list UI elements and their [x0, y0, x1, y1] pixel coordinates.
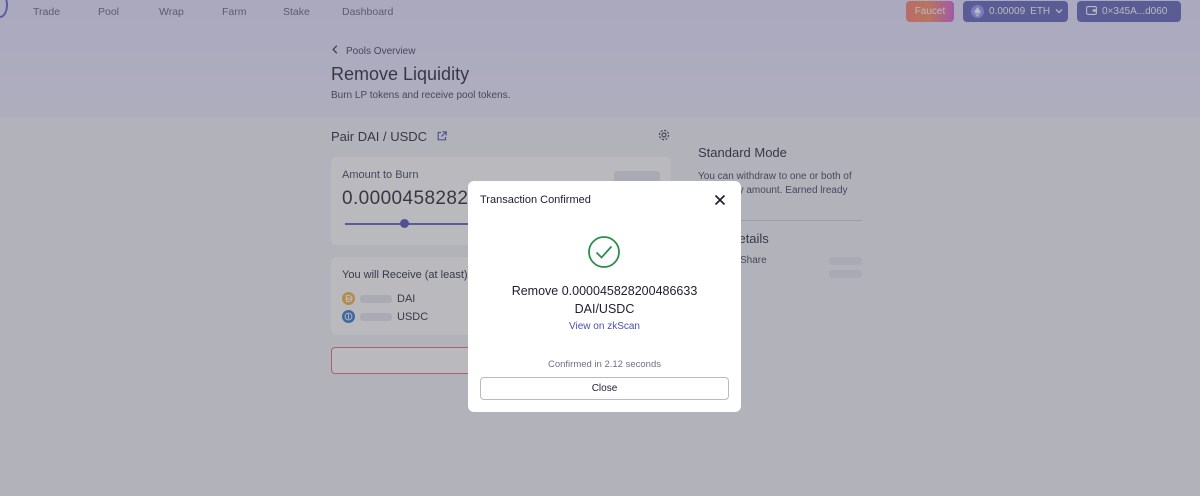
view-on-zkscan-link[interactable]: View on zkScan — [468, 321, 741, 332]
confirmation-pair: DAI/USDC — [574, 302, 635, 316]
transaction-confirmed-dialog: Transaction Confirmed Remove 0.000045828… — [468, 181, 741, 412]
success-check-icon — [587, 235, 621, 274]
confirmation-time: Confirmed in 2.12 seconds — [547, 359, 661, 370]
close-button[interactable]: Close — [480, 377, 729, 400]
dialog-title: Transaction Confirmed — [480, 194, 591, 206]
confirmation-amount: Remove 0.000045828200486633 — [511, 284, 698, 298]
close-icon[interactable] — [714, 193, 726, 206]
